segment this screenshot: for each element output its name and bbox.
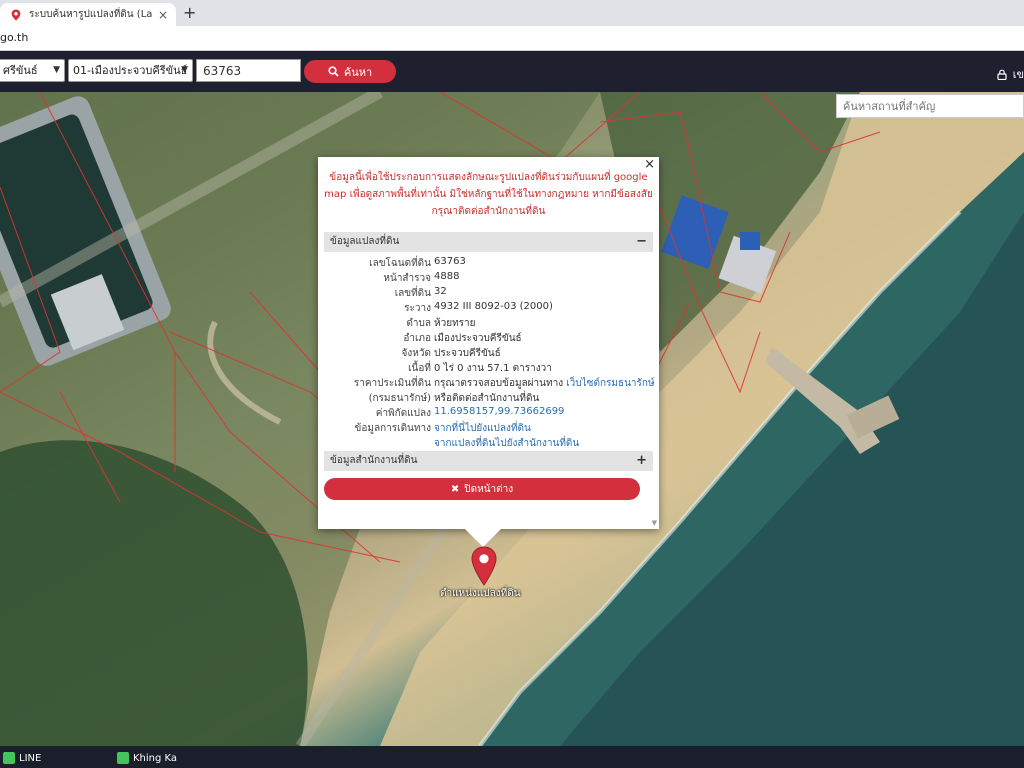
address-bar[interactable]: go.th: [0, 26, 1024, 51]
lock-icon: [997, 69, 1007, 80]
district-select[interactable]: 01-เมืองประจวบคีรีขันธ์ ▼: [68, 59, 193, 82]
info-row-deed: เลขโฉนดที่ดิน 63763: [318, 256, 659, 271]
app-toolbar: ศรีขันธ์ ▼ 01-เมืองประจวบคีรีขันธ์ ▼ ค้น…: [0, 51, 1024, 92]
parcel-info-section-header[interactable]: ข้อมูลแปลงที่ดิน −: [324, 232, 653, 252]
new-tab-button[interactable]: +: [183, 3, 196, 22]
price-value-text: กรุณาตรวจสอบข้อมูลผ่านทาง: [434, 378, 564, 389]
info-value: หรือติดต่อสำนักงานที่ดิน: [434, 393, 540, 404]
line-app-icon: [117, 752, 129, 764]
login-link[interactable]: เข: [997, 65, 1024, 83]
close-x-icon: ✖: [450, 483, 460, 495]
info-value: เมืองประจวบคีรีขันธ์: [434, 333, 522, 344]
info-value: 4932 III 8092-03 (2000): [434, 301, 553, 312]
info-value: ประจวบคีรีขันธ์: [434, 348, 501, 359]
info-row-price: ราคาประเมินที่ดิน กรุณาตรวจสอบข้อมูลผ่าน…: [318, 376, 659, 391]
land-office-section-title: ข้อมูลสำนักงานที่ดิน: [330, 455, 418, 466]
info-label: ระวาง: [404, 303, 431, 314]
info-label: (กรมธนารักษ์): [368, 393, 431, 404]
browser-tabstrip: ระบบค้นหารูปแปลงที่ดิน (LandsMaps) × +: [0, 0, 1024, 26]
line-app-icon: [3, 752, 15, 764]
expand-icon[interactable]: +: [636, 451, 647, 471]
collapse-icon[interactable]: −: [636, 232, 647, 252]
tab-title: ระบบค้นหารูปแปลงที่ดิน (LandsMaps): [29, 9, 152, 20]
info-row-route-2: จากแปลงที่ดินไปยังสำนักงานที่ดิน: [318, 436, 659, 451]
os-taskbar: LINE Khing Ka: [0, 746, 1024, 768]
info-row-map-sheet: ระวาง 4932 III 8092-03 (2000): [318, 301, 659, 316]
search-button[interactable]: ค้นหา: [304, 60, 396, 83]
info-label: เนื้อที่: [408, 363, 431, 374]
info-label: จังหวัด: [401, 348, 431, 359]
url-text[interactable]: go.th: [0, 31, 28, 44]
info-value: 63763: [434, 256, 466, 267]
taskbar-item-line[interactable]: LINE: [3, 750, 41, 766]
info-label: เลขโฉนดที่ดิน: [369, 258, 431, 269]
parcel-info-section-title: ข้อมูลแปลงที่ดิน: [330, 236, 400, 247]
tab-close-icon[interactable]: ×: [158, 8, 168, 22]
info-value: กรุณาตรวจสอบข้อมูลผ่านทาง เว็บไซต์กรมธนา…: [434, 376, 655, 391]
province-select[interactable]: ศรีขันธ์ ▼: [0, 59, 65, 82]
info-value: 32: [434, 286, 447, 297]
info-label: เลขที่ดิน: [394, 288, 431, 299]
coordinates-link[interactable]: 11.6958157,99.73662699: [434, 406, 564, 417]
marker-label: ตำแหน่งแปลงที่ดิน: [440, 588, 521, 599]
info-label: ค่าพิกัดแปลง: [375, 408, 431, 419]
parcel-info-popup: × ข้อมูลนี้เพื่อใช้ประกอบการแสดงลักษณะรู…: [318, 157, 659, 529]
parcel-number-input[interactable]: [196, 59, 301, 82]
taskbar-item-label: Khing Ka: [133, 752, 178, 764]
chevron-down-icon: ▼: [181, 65, 188, 75]
info-value: 4888: [434, 271, 460, 282]
route-to-office-link[interactable]: จากแปลงที่ดินไปยังสำนักงานที่ดิน: [434, 436, 579, 451]
chevron-down-icon: ▼: [53, 65, 60, 75]
info-row-price-2: (กรมธนารักษ์) หรือติดต่อสำนักงานที่ดิน: [318, 391, 659, 406]
info-row-district: อำเภอ เมืองประจวบคีรีขันธ์: [318, 331, 659, 346]
treasury-website-link[interactable]: เว็บไซต์กรมธนารักษ์: [566, 378, 654, 389]
info-row-area: เนื้อที่ 0 ไร่ 0 งาน 57.1 ตารางวา: [318, 361, 659, 376]
taskbar-item-label: LINE: [19, 752, 42, 764]
info-label: ตำบล: [406, 318, 431, 329]
info-label: อำเภอ: [403, 333, 431, 344]
info-value: 0 ไร่ 0 งาน 57.1 ตารางวา: [434, 363, 552, 374]
place-search-input[interactable]: [836, 94, 1024, 118]
info-row-land-number: เลขที่ดิน 32: [318, 286, 659, 301]
info-label: ราคาประเมินที่ดิน: [353, 378, 431, 389]
info-row-route: ข้อมูลการเดินทาง จากที่นี่ไปยังแปลงที่ดิ…: [318, 421, 659, 436]
info-row-coordinates: ค่าพิกัดแปลง 11.6958157,99.73662699: [318, 406, 659, 421]
close-window-button[interactable]: ✖ ปิดหน้าต่าง: [324, 478, 640, 500]
search-button-label: ค้นหา: [343, 65, 373, 79]
province-select-value: ศรีขันธ์: [3, 64, 38, 77]
info-label: ข้อมูลการเดินทาง: [354, 423, 431, 434]
info-value: ห้วยทราย: [434, 318, 476, 329]
info-row-subdistrict: ตำบล ห้วยทราย: [318, 316, 659, 331]
login-label: เข: [1012, 68, 1024, 81]
info-row-survey-page: หน้าสำรวจ 4888: [318, 271, 659, 286]
route-to-parcel-link[interactable]: จากที่นี่ไปยังแปลงที่ดิน: [434, 421, 531, 436]
map-pin-icon: [11, 9, 21, 20]
scroll-down-icon[interactable]: ▼: [652, 519, 657, 527]
info-row-province: จังหวัด ประจวบคีรีขันธ์: [318, 346, 659, 361]
map-marker-icon[interactable]: [470, 546, 498, 586]
browser-tab[interactable]: ระบบค้นหารูปแปลงที่ดิน (LandsMaps) ×: [0, 3, 176, 26]
info-label: หน้าสำรวจ: [383, 273, 431, 284]
search-icon: [328, 66, 339, 77]
close-window-label: ปิดหน้าต่าง: [464, 483, 514, 495]
taskbar-item-chat[interactable]: Khing Ka: [117, 750, 177, 766]
land-office-section-header[interactable]: ข้อมูลสำนักงานที่ดิน +: [324, 451, 653, 471]
disclaimer-text: ข้อมูลนี้เพื่อใช้ประกอบการแสดงลักษณะรูปแ…: [324, 172, 653, 217]
popup-pointer: [465, 529, 501, 547]
district-select-value: 01-เมืองประจวบคีรีขันธ์: [73, 64, 188, 77]
